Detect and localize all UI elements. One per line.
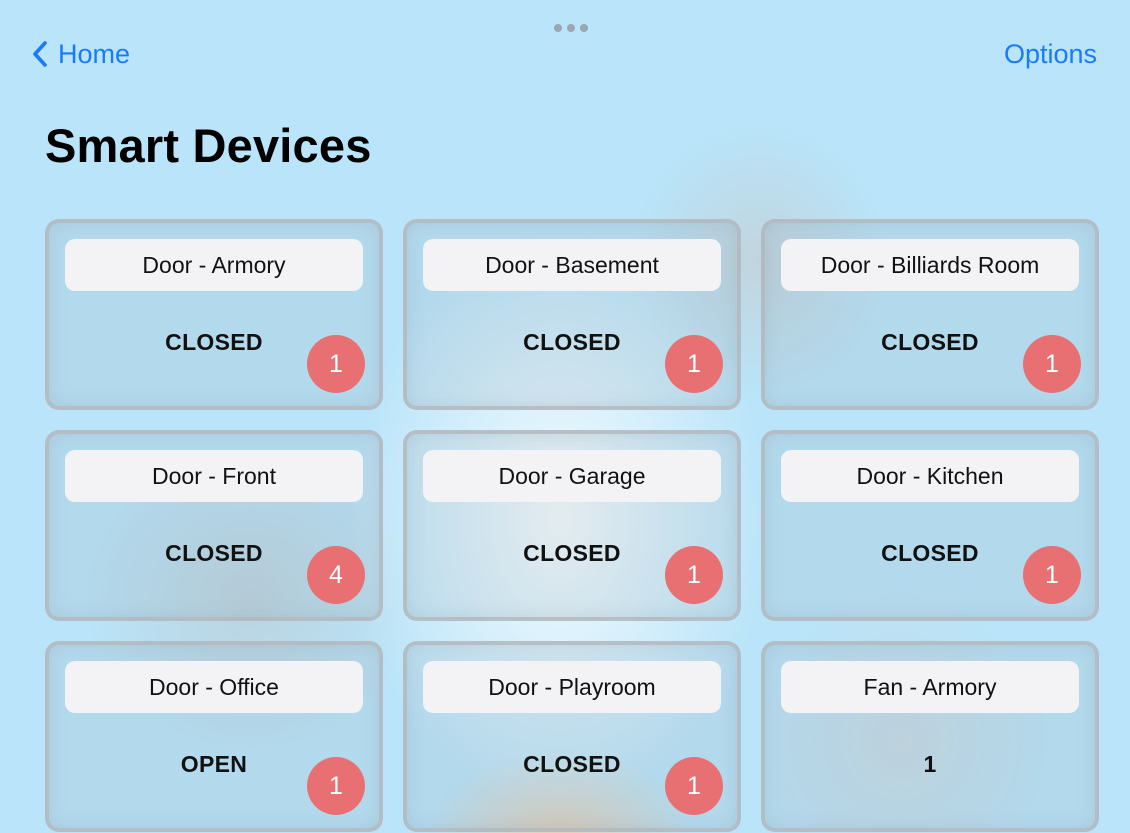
chevron-left-icon [33,41,47,67]
device-tile[interactable]: Door - Armory CLOSED 1 [45,219,383,410]
notification-badge: 1 [1023,335,1081,393]
dot [554,24,562,32]
device-tile[interactable]: Door - Billiards Room CLOSED 1 [761,219,1099,410]
notification-badge: 4 [307,546,365,604]
device-name: Door - Armory [65,239,363,291]
device-tile[interactable]: Fan - Armory 1 [761,641,1099,832]
back-label: Home [58,38,131,69]
dot [567,24,575,32]
dot [580,24,588,32]
device-name: Fan - Armory [781,661,1079,713]
device-grid: Door - Armory CLOSED 1 Door - Basement C… [45,219,1099,832]
device-name: Door - Kitchen [781,450,1079,502]
device-name: Door - Garage [423,450,721,502]
notification-badge: 1 [665,335,723,393]
device-name: Door - Playroom [423,661,721,713]
device-status: 1 [923,751,937,777]
options-button[interactable]: Options [1004,34,1097,74]
device-name: Door - Basement [423,239,721,291]
device-tile[interactable]: Door - Garage CLOSED 1 [403,430,741,621]
notification-badge: 1 [665,757,723,815]
device-name: Door - Office [65,661,363,713]
device-tile[interactable]: Door - Playroom CLOSED 1 [403,641,741,832]
device-name: Door - Billiards Room [781,239,1079,291]
notification-badge: 1 [1023,546,1081,604]
device-tile[interactable]: Door - Basement CLOSED 1 [403,219,741,410]
notification-badge: 1 [307,335,365,393]
more-dots-icon[interactable] [551,22,591,34]
page-title: Smart Devices [45,119,372,172]
device-tile[interactable]: Door - Office OPEN 1 [45,641,383,832]
notification-badge: 1 [665,546,723,604]
device-tile[interactable]: Door - Front CLOSED 4 [45,430,383,621]
back-button[interactable]: Home [32,34,130,74]
device-tile[interactable]: Door - Kitchen CLOSED 1 [761,430,1099,621]
device-name: Door - Front [65,450,363,502]
notification-badge: 1 [307,757,365,815]
